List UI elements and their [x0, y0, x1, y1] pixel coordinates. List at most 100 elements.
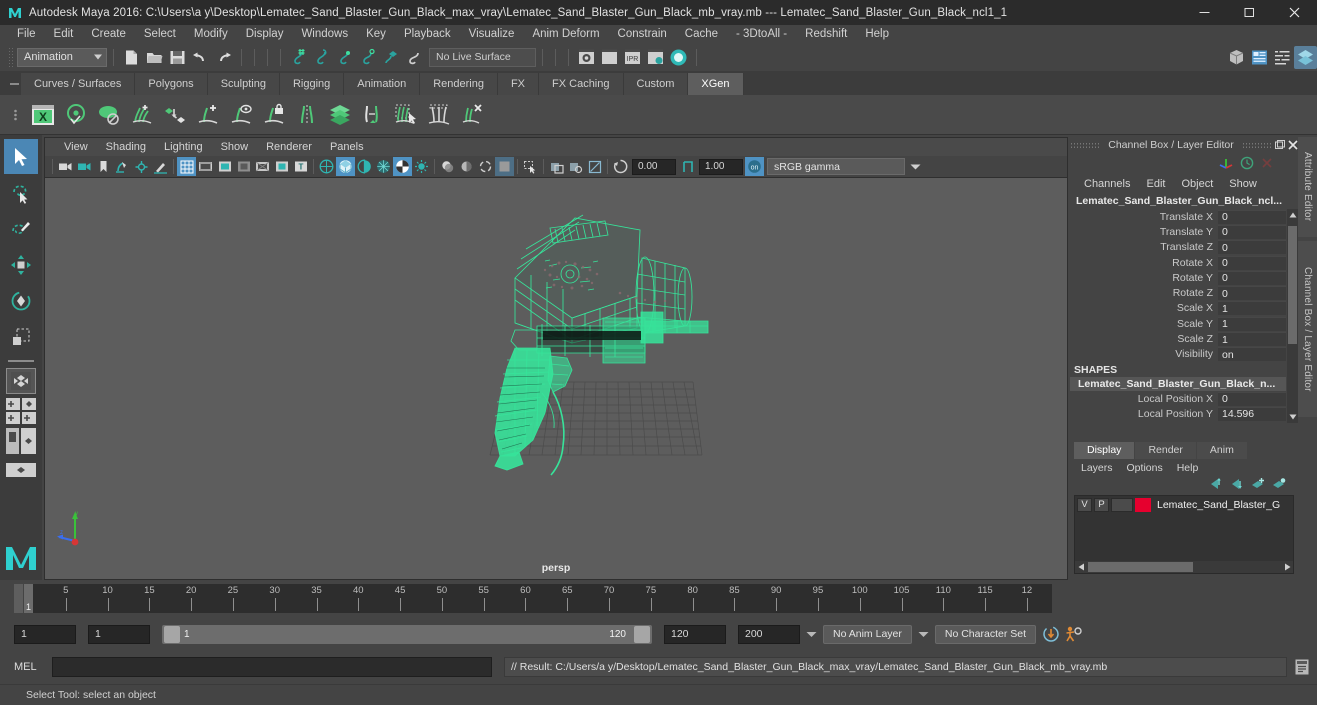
close-icon[interactable] — [1272, 0, 1317, 25]
render-settings-icon[interactable] — [644, 46, 667, 69]
xgen-lock-guide-icon[interactable] — [257, 98, 290, 132]
tab-anim[interactable]: Anim — [1196, 442, 1247, 459]
channel-box-menu-edit[interactable]: Edit — [1138, 176, 1173, 193]
channel-value[interactable]: 0 — [1218, 391, 1286, 406]
minimize-icon[interactable] — [1182, 0, 1227, 25]
exposure-icon[interactable] — [611, 157, 630, 176]
tab-display[interactable]: Display — [1074, 442, 1135, 459]
open-scene-icon[interactable] — [143, 46, 166, 69]
save-scene-icon[interactable] — [166, 46, 189, 69]
color-profile-selector[interactable]: sRGB gamma — [767, 158, 905, 175]
make-live-icon[interactable] — [402, 46, 425, 69]
tab-render[interactable]: Render — [1135, 442, 1196, 459]
xray-active-components-icon[interactable] — [585, 157, 604, 176]
viewport-menu-renderer[interactable]: Renderer — [257, 139, 321, 156]
layer-menu-options[interactable]: Options — [1120, 460, 1170, 476]
clock-gizmo-icon[interactable] — [1240, 156, 1254, 173]
paint-select-tool[interactable] — [4, 211, 38, 246]
hypershade-icon[interactable] — [667, 46, 690, 69]
axis-gizmo-icon[interactable] — [1218, 156, 1234, 173]
scroll-down-icon[interactable] — [1287, 411, 1298, 423]
xgen-delete-guides-icon[interactable] — [455, 98, 488, 132]
menu-windows[interactable]: Windows — [292, 25, 357, 43]
menu-key[interactable]: Key — [357, 25, 395, 43]
viewport-menu-shading[interactable]: Shading — [97, 139, 155, 156]
wireframe-on-shaded-icon[interactable] — [374, 157, 393, 176]
channel-value[interactable]: 1 — [1218, 316, 1286, 331]
channel-box-list[interactable]: Translate X 0 Translate Y 0 Translate Z … — [1070, 209, 1298, 423]
screen-space-ao-icon[interactable] — [457, 157, 476, 176]
channel-row[interactable]: Local Position Y 14.596 — [1070, 406, 1298, 421]
four-view-layout[interactable] — [6, 398, 36, 424]
channel-box-menu-channels[interactable]: Channels — [1076, 176, 1138, 193]
auto-keyframe-icon[interactable] — [1040, 623, 1062, 645]
xgen-duplicate-description-icon[interactable] — [323, 98, 356, 132]
channel-value[interactable]: 0 — [1218, 240, 1286, 255]
film-gate-icon[interactable] — [196, 157, 215, 176]
wireframe-icon[interactable] — [317, 157, 336, 176]
camera-attributes-icon[interactable] — [75, 157, 94, 176]
menu-cache[interactable]: Cache — [676, 25, 727, 43]
layer-row[interactable]: V P Lematec_Sand_Blaster_G — [1075, 496, 1293, 513]
two-d-pan-zoom-icon[interactable] — [132, 157, 151, 176]
channel-value[interactable]: 0 — [1218, 224, 1286, 239]
shelf-tab-custom[interactable]: Custom — [623, 73, 689, 95]
panel-grip[interactable] — [1070, 141, 1101, 149]
gamma-field[interactable]: 1.00 — [699, 158, 743, 175]
close-icon[interactable] — [1288, 139, 1298, 151]
script-editor-icon[interactable] — [1291, 656, 1313, 678]
shelf-tab-animation[interactable]: Animation — [344, 73, 421, 95]
viewport-menu-view[interactable]: View — [55, 139, 97, 156]
layer-prev-icon[interactable] — [1209, 477, 1223, 493]
undock-icon[interactable] — [1275, 139, 1285, 151]
shelf-tab-rendering[interactable]: Rendering — [420, 73, 498, 95]
xgen-groom-icon[interactable] — [356, 98, 389, 132]
bookmark-icon[interactable] — [94, 157, 113, 176]
shelf-tab-fx-caching[interactable]: FX Caching — [539, 73, 624, 95]
snap-to-view-plane-icon[interactable] — [379, 46, 402, 69]
red-gizmo-icon[interactable] — [1260, 156, 1274, 173]
scroll-left-icon[interactable] — [1075, 561, 1087, 573]
channel-value[interactable]: 1 — [1218, 301, 1286, 316]
select-tool[interactable] — [4, 139, 38, 174]
menu-file[interactable]: File — [8, 25, 45, 43]
channel-row[interactable]: Scale Y 1 — [1070, 316, 1298, 331]
undo-icon[interactable] — [189, 46, 212, 69]
menu-modify[interactable]: Modify — [185, 25, 237, 43]
layer-playback-toggle[interactable]: P — [1094, 497, 1109, 512]
channel-box-toggle-icon[interactable] — [1294, 45, 1317, 69]
xgen-mirror-guides-icon[interactable] — [290, 98, 323, 132]
channel-value[interactable]: 0 — [1218, 209, 1286, 224]
attribute-editor-toggle-icon[interactable] — [1248, 46, 1271, 69]
layer-list-hscrollbar[interactable] — [1075, 561, 1293, 573]
anim-layer-selector[interactable]: No Anim Layer — [823, 624, 912, 644]
xgen-window-icon[interactable]: X — [26, 98, 59, 132]
toolbar-grip[interactable] — [8, 47, 13, 67]
scrollbar-thumb[interactable] — [1288, 226, 1297, 344]
snap-to-grid-icon[interactable] — [287, 46, 310, 69]
channel-row[interactable]: Translate Y 0 — [1070, 224, 1298, 239]
range-slider-bar[interactable]: 1 120 — [162, 624, 652, 644]
layer-menu-help[interactable]: Help — [1170, 460, 1206, 476]
channel-box-shape-name[interactable]: Lematec_Sand_Blaster_Gun_Black_n... — [1070, 376, 1286, 391]
chevron-down-icon[interactable] — [906, 158, 924, 175]
time-slider-grip[interactable] — [14, 584, 23, 613]
menu-visualize[interactable]: Visualize — [460, 25, 524, 43]
menu-help[interactable]: Help — [856, 25, 898, 43]
channel-value[interactable]: 0 — [1218, 270, 1286, 285]
layer-menu-layers[interactable]: Layers — [1074, 460, 1120, 476]
channel-box-menu-object[interactable]: Object — [1173, 176, 1221, 193]
command-input[interactable] — [52, 657, 492, 677]
anim-start-time-field[interactable]: 1 — [14, 624, 76, 644]
multisample-icon[interactable] — [495, 157, 514, 176]
shelf-tab-rigging[interactable]: Rigging — [279, 73, 345, 95]
menu-display[interactable]: Display — [237, 25, 293, 43]
new-scene-icon[interactable] — [120, 46, 143, 69]
xgen-region-icon[interactable] — [422, 98, 455, 132]
channel-row[interactable]: Rotate Y 0 — [1070, 270, 1298, 285]
channel-row[interactable]: Rotate X 0 — [1070, 255, 1298, 270]
rotate-tool[interactable] — [4, 283, 38, 318]
channel-row[interactable]: Translate Z 0 — [1070, 240, 1298, 255]
layer-visibility-toggle[interactable]: V — [1077, 497, 1092, 512]
layer-next-icon[interactable] — [1230, 477, 1244, 493]
